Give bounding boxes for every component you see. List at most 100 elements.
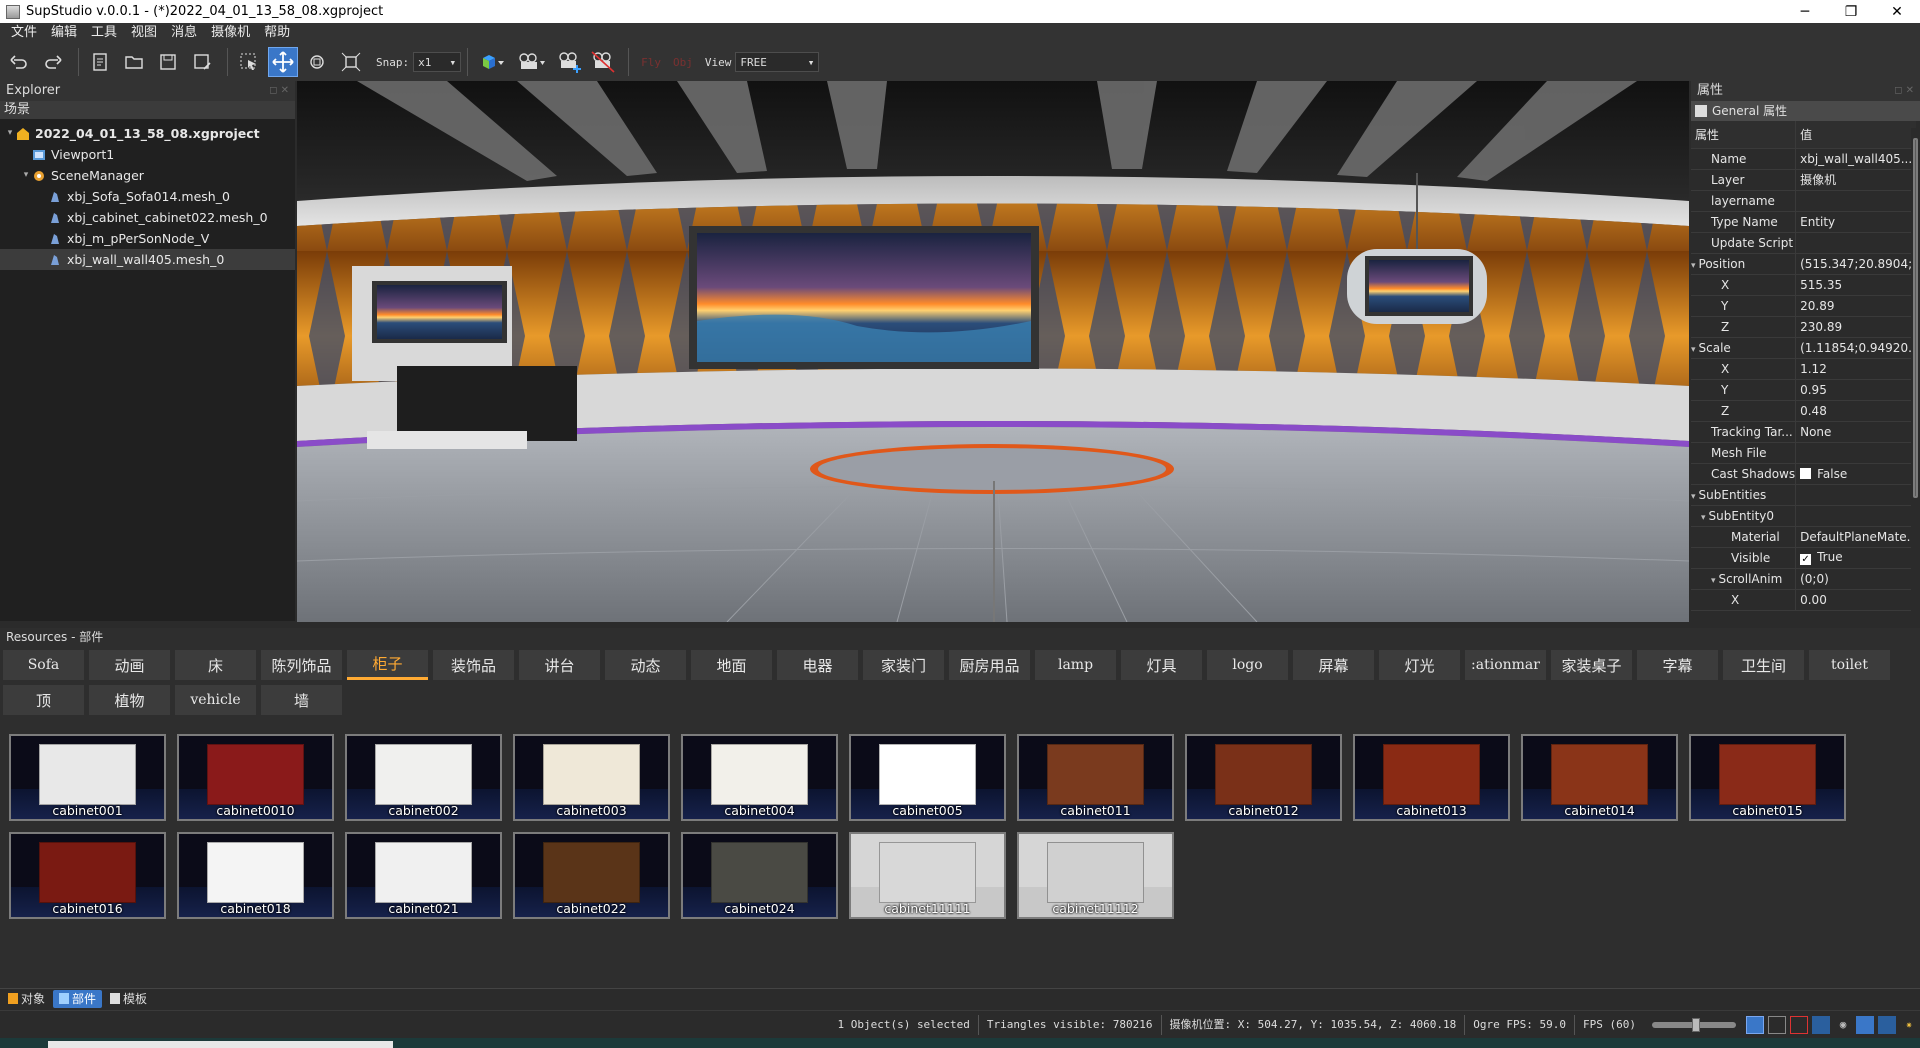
resource-thumbnail[interactable]: cabinet0010 xyxy=(177,734,334,821)
panel-tab[interactable]: 对象 xyxy=(2,990,51,1008)
3d-viewport[interactable] xyxy=(297,81,1689,622)
panel-tab[interactable]: 部件 xyxy=(53,989,103,1008)
property-value[interactable]: 0.95 xyxy=(1795,379,1916,401)
property-value[interactable]: 230.89 xyxy=(1795,316,1916,338)
category-tab[interactable]: 家装桌子 xyxy=(1551,650,1632,680)
dock-icons[interactable]: ◻ ✕ xyxy=(269,81,289,101)
network-icon[interactable] xyxy=(1878,1015,1896,1034)
rotate-tool-button[interactable] xyxy=(302,47,332,77)
scale-tool-button[interactable] xyxy=(336,47,366,77)
resource-thumbnail[interactable]: cabinet024 xyxy=(681,832,838,919)
new-file-button[interactable] xyxy=(85,47,115,77)
remove-camera-button[interactable] xyxy=(588,47,618,77)
expand-arrow-icon[interactable]: ▾ xyxy=(1691,345,1696,355)
property-value[interactable]: ✓ True xyxy=(1795,547,1916,569)
category-tab[interactable]: 家装门 xyxy=(863,650,944,680)
general-tab[interactable]: General 属性 xyxy=(1691,101,1920,121)
category-tab[interactable]: :ationmar xyxy=(1465,650,1546,680)
category-tab[interactable]: logo xyxy=(1207,650,1288,680)
property-row[interactable]: Tracking Tar... None xyxy=(1691,421,1916,443)
property-row[interactable]: Update Script xyxy=(1691,232,1916,254)
category-tab[interactable]: 灯光 xyxy=(1379,650,1460,680)
category-tab[interactable]: 植物 xyxy=(89,685,170,715)
snap-dropdown[interactable]: x1 ▾ xyxy=(413,52,462,72)
resource-thumbnail[interactable]: cabinet014 xyxy=(1521,734,1678,821)
property-row[interactable]: ▾ Position (515.347;20.8904;... xyxy=(1691,253,1916,275)
property-row[interactable]: Cast Shadows False xyxy=(1691,463,1916,485)
scrollbar-thumb[interactable] xyxy=(1913,138,1918,498)
resource-thumbnail[interactable]: cabinet001 xyxy=(9,734,166,821)
category-tab[interactable]: 厨房用品 xyxy=(949,650,1030,680)
expand-arrow-icon[interactable]: ▾ xyxy=(4,123,16,144)
category-tab[interactable]: 地面 xyxy=(691,650,772,680)
property-row[interactable]: Name xbj_wall_wall405.... xyxy=(1691,148,1916,170)
menu-item[interactable]: 消息 xyxy=(164,23,204,43)
category-tab[interactable]: 屏幕 xyxy=(1293,650,1374,680)
menu-item[interactable]: 视图 xyxy=(124,23,164,43)
resource-thumbnail[interactable]: cabinet11112 xyxy=(1017,832,1174,919)
property-row[interactable]: Visible ✓ True xyxy=(1691,547,1916,569)
property-row[interactable]: layername xyxy=(1691,190,1916,212)
tree-item[interactable]: xbj_m_pPerSonNode_V xyxy=(0,228,295,249)
property-value[interactable]: (0;0) xyxy=(1795,568,1916,590)
resource-thumbnail[interactable]: cabinet002 xyxy=(345,734,502,821)
property-value[interactable]: 515.35 xyxy=(1795,274,1916,296)
tree-item[interactable]: ▾ SceneManager xyxy=(0,165,295,186)
property-row[interactable]: Y 20.89 xyxy=(1691,295,1916,317)
category-tab[interactable]: 字幕 xyxy=(1637,650,1718,680)
property-value[interactable] xyxy=(1795,232,1916,254)
property-row[interactable]: Type Name Entity xyxy=(1691,211,1916,233)
resource-thumbnail[interactable]: cabinet011 xyxy=(1017,734,1174,821)
category-tab[interactable]: 装饰品 xyxy=(433,650,514,680)
transform-mode-button[interactable] xyxy=(474,47,510,77)
save-button[interactable] xyxy=(153,47,183,77)
expand-arrow-icon[interactable]: ▾ xyxy=(1691,492,1696,502)
property-value[interactable] xyxy=(1795,442,1916,464)
property-row[interactable]: ▾ SubEntity0 xyxy=(1691,505,1916,527)
menu-item[interactable]: 帮助 xyxy=(257,23,297,43)
fps-slider[interactable] xyxy=(1652,1017,1736,1032)
property-row[interactable]: Z 230.89 xyxy=(1691,316,1916,338)
resource-thumbnail[interactable]: cabinet018 xyxy=(177,832,334,919)
resource-thumbnail[interactable]: cabinet013 xyxy=(1353,734,1510,821)
property-value[interactable]: DefaultPlaneMate... xyxy=(1795,526,1916,548)
close-button[interactable]: ✕ xyxy=(1874,0,1920,23)
undo-button[interactable] xyxy=(4,47,34,77)
tree-item[interactable]: Viewport1 xyxy=(0,144,295,165)
category-tab[interactable]: 顶 xyxy=(3,685,84,715)
property-row[interactable]: X 1.12 xyxy=(1691,358,1916,380)
category-tab[interactable]: 电器 xyxy=(777,650,858,680)
redo-button[interactable] xyxy=(38,47,68,77)
property-value[interactable] xyxy=(1795,190,1916,212)
category-tab[interactable]: 床 xyxy=(175,650,256,680)
dock-icons[interactable]: ◻ ✕ xyxy=(1894,81,1914,101)
layout-single-icon[interactable] xyxy=(1746,1015,1764,1034)
layout-quad-icon[interactable] xyxy=(1768,1015,1786,1034)
property-value[interactable]: 0.00 xyxy=(1795,589,1916,611)
property-row[interactable]: X 515.35 xyxy=(1691,274,1916,296)
resource-thumbnail[interactable]: cabinet016 xyxy=(9,832,166,919)
property-value[interactable]: False xyxy=(1795,463,1916,485)
property-value[interactable]: Entity xyxy=(1795,211,1916,233)
resource-thumbnail[interactable]: cabinet005 xyxy=(849,734,1006,821)
property-value[interactable]: (515.347;20.8904;... xyxy=(1795,253,1916,275)
menu-item[interactable]: 编辑 xyxy=(44,23,84,43)
property-row[interactable]: X 0.00 xyxy=(1691,589,1916,611)
maximize-button[interactable]: ❐ xyxy=(1828,0,1874,23)
checkbox-checked[interactable]: ✓ xyxy=(1800,554,1812,565)
save-as-button[interactable] xyxy=(187,47,217,77)
eye-icon[interactable]: ◉ xyxy=(1834,1016,1852,1034)
open-folder-button[interactable] xyxy=(119,47,149,77)
resource-thumbnail[interactable]: cabinet11111 xyxy=(849,832,1006,919)
property-row[interactable]: Mesh File xyxy=(1691,442,1916,464)
view-dropdown[interactable]: FREE ▾ xyxy=(735,52,820,72)
grid-icon[interactable] xyxy=(1856,1015,1874,1034)
property-row[interactable]: Y 0.95 xyxy=(1691,379,1916,401)
category-tab[interactable]: 动画 xyxy=(89,650,170,680)
category-tab[interactable]: 卫生间 xyxy=(1723,650,1804,680)
properties-scrollbar[interactable] xyxy=(1911,128,1920,622)
slider-knob[interactable] xyxy=(1692,1017,1700,1032)
panel-tab[interactable]: 模板 xyxy=(104,990,153,1008)
resource-thumbnail[interactable]: cabinet015 xyxy=(1689,734,1846,821)
property-value[interactable]: (1.11854;0.94920... xyxy=(1795,337,1916,359)
